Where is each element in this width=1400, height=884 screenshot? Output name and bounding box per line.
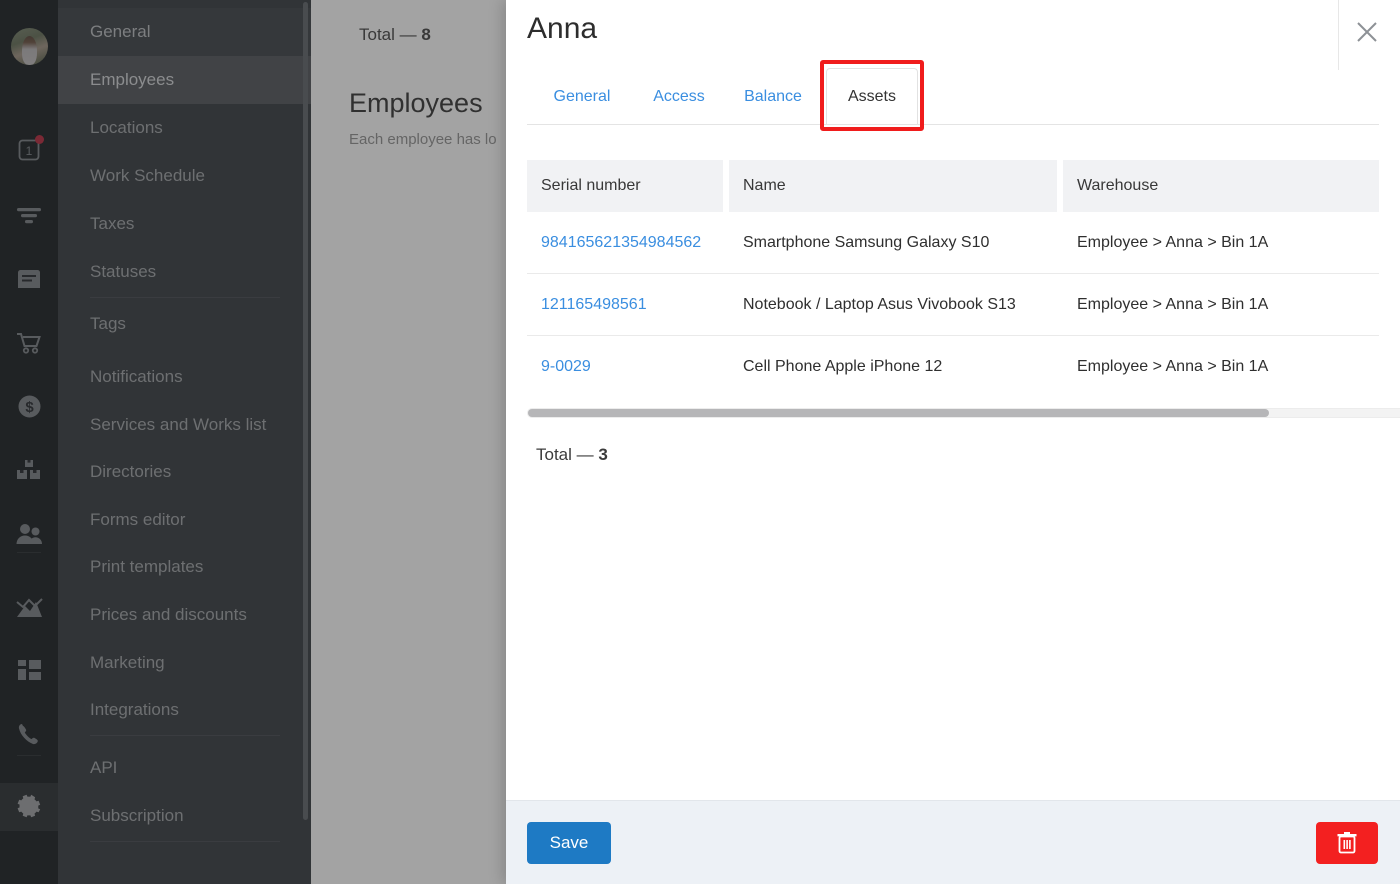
submenu-divider [90,841,280,842]
page-subtitle: Each employee has lo [349,131,497,148]
shopping-cart-icon[interactable] [0,319,58,367]
assets-table: Serial number Name Warehouse 98416562135… [527,160,1379,398]
table-row[interactable]: 121165498561 Notebook / Laptop Asus Vivo… [527,274,1379,336]
cell-serial-number[interactable]: 984165621354984562 [527,212,723,274]
sidebar-item-directories[interactable]: Forms editor [58,496,311,544]
modal-tabs: General Access Balance Assets [506,68,1400,125]
cell-serial-number[interactable]: 121165498561 [527,274,723,336]
sidebar-item-subscription[interactable] [58,848,311,884]
submenu-scrollbar[interactable] [303,2,308,820]
task-badge-icon[interactable]: 1 [0,126,58,174]
sidebar-item-forms-editor[interactable]: Print templates [58,543,311,591]
table-horizontal-scrollbar[interactable] [527,408,1400,418]
analytics-chart-icon[interactable] [0,583,58,631]
sidebar-item-employees[interactable]: Employees [58,56,311,104]
cell-serial-number[interactable]: 9-0029 [527,336,723,398]
settings-gear-icon[interactable] [0,783,58,831]
column-header-serial-number[interactable]: Serial number [527,160,723,212]
cell-name: Notebook / Laptop Asus Vivobook S13 [743,296,1016,313]
inbox-icon[interactable] [0,255,58,303]
sidebar-item-integrations[interactable]: API [58,744,311,792]
page-title: Employees [349,88,483,118]
cell-name: Smartphone Samsung Galaxy S10 [743,234,990,251]
cell-name: Cell Phone Apple iPhone 12 [743,358,943,375]
settings-submenu: General Employees Locations Work Schedul… [58,0,311,884]
tab-general[interactable]: General [534,68,630,125]
svg-text:1: 1 [26,144,33,158]
cell-warehouse: Employee > Anna > Bin 1A [1077,296,1269,313]
cell-warehouse: Employee > Anna > Bin 1A [1077,358,1269,375]
sidebar-item-api[interactable]: Subscription [58,792,311,840]
dashboard-grid-icon[interactable] [0,646,58,694]
sidebar-item-locations[interactable]: Locations [58,104,311,152]
tabs-underline [527,124,1379,125]
sidebar-item-print-templates[interactable]: Prices and discounts [58,591,311,639]
employees-total-top: Total — 8 [359,25,431,44]
cell-warehouse: Employee > Anna > Bin 1A [1077,234,1269,251]
assets-tab-highlight [820,60,924,131]
sidebar-item-work-schedule[interactable]: Work Schedule [58,152,311,200]
sidebar-item-prices[interactable]: Marketing [58,639,311,687]
phone-icon[interactable] [0,710,58,758]
sidebar-item-notifications[interactable]: Services and Works list [58,401,311,449]
sidebar-item-warehouses[interactable]: Taxes [58,200,311,248]
people-clients-icon[interactable] [0,510,58,558]
sidebar-item-marketing[interactable]: Integrations [58,686,311,734]
table-header-row: Serial number Name Warehouse [527,160,1379,212]
column-header-warehouse[interactable]: Warehouse [1063,160,1379,212]
boxes-inventory-icon[interactable] [0,446,58,494]
header-divider [1338,0,1339,70]
sidebar-item-services[interactable]: Directories [58,448,311,496]
save-button[interactable]: Save [527,822,611,864]
rail-divider [17,755,41,756]
avatar[interactable] [11,28,48,65]
funnel-filter-icon[interactable] [0,192,58,240]
svg-text:$: $ [25,399,34,416]
table-row[interactable]: 984165621354984562 Smartphone Samsung Ga… [527,212,1379,274]
modal-title: Anna [527,12,598,45]
assets-total: Total — 3 [536,445,608,464]
sidebar-item-taxes[interactable]: Statuses [58,248,311,296]
dollar-coin-icon[interactable]: $ [0,382,58,430]
table-row[interactable]: 9-0029 Cell Phone Apple iPhone 12 Employ… [527,336,1379,398]
close-icon[interactable] [1344,9,1390,55]
modal-footer: Save [506,800,1400,884]
employee-detail-modal: Anna General Access Balance Assets Seria… [506,0,1400,884]
column-header-name[interactable]: Name [729,160,1057,212]
submenu-divider [90,297,280,298]
icon-rail: 1 $ [0,0,58,884]
tab-access[interactable]: Access [637,68,721,125]
sidebar-item-statuses[interactable]: Tags [58,300,311,348]
tab-balance[interactable]: Balance [728,68,818,125]
rail-divider [17,552,41,553]
sidebar-item-general[interactable]: General [58,8,311,56]
trash-delete-icon[interactable] [1316,822,1378,864]
sidebar-item-tags[interactable]: Notifications [58,353,311,401]
notification-dot [35,135,44,144]
submenu-divider [90,735,280,736]
scrollbar-thumb[interactable] [528,409,1269,417]
